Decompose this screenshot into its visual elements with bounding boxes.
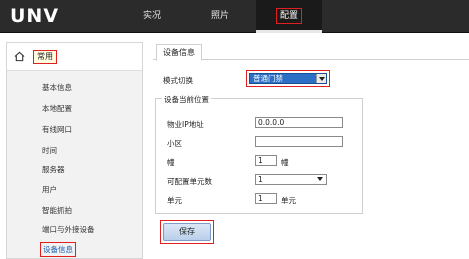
mode-select-highlight: 普通门禁 xyxy=(246,70,330,87)
save-button[interactable]: 保存 xyxy=(163,223,211,241)
unit-label: 单元 xyxy=(167,196,182,205)
unit-suffix-text: 单元 xyxy=(281,196,296,205)
property-ip-label: 物业IP地址 xyxy=(167,120,204,129)
mode-switch-label: 模式切换 xyxy=(163,76,193,85)
tab-photo[interactable]: 照片 xyxy=(196,0,244,33)
chevron-down-icon xyxy=(315,176,325,183)
location-group-title: 设备当前位置 xyxy=(162,94,211,105)
configurable-units-label: 可配置单元数 xyxy=(167,177,212,186)
property-ip-input[interactable]: 0.0.0.0 xyxy=(255,117,343,128)
community-label: 小区 xyxy=(167,139,182,148)
brand-logo: UNV xyxy=(10,5,60,27)
sidebar-item-basic-info[interactable]: 基本信息 xyxy=(42,82,72,93)
sidebar-item-wired-port[interactable]: 有线网口 xyxy=(42,124,72,135)
save-button-highlight: 保存 xyxy=(160,220,214,244)
content-tab-bar: 设备信息 xyxy=(153,42,469,61)
sidebar-item-time[interactable]: 时间 xyxy=(42,145,57,156)
top-nav-bar: UNV 实况 照片 配置 xyxy=(0,0,469,33)
building-input[interactable]: 1 xyxy=(255,155,277,166)
home-icon xyxy=(14,51,25,62)
chevron-down-icon xyxy=(316,74,326,83)
configurable-units-value: 1 xyxy=(258,175,263,184)
tab-config[interactable]: 配置 xyxy=(256,0,322,33)
sidebar-item-user[interactable]: 用户 xyxy=(42,184,57,195)
unit-input[interactable]: 1 xyxy=(255,193,277,204)
building-label: 幢 xyxy=(167,158,175,167)
tab-live[interactable]: 实况 xyxy=(128,0,176,33)
tab-device-info[interactable]: 设备信息 xyxy=(156,44,202,61)
tab-config-label: 配置 xyxy=(275,8,302,24)
building-unit-text: 幢 xyxy=(281,158,289,167)
configurable-units-select[interactable]: 1 xyxy=(255,174,327,185)
sidebar-item-server[interactable]: 服务器 xyxy=(42,164,65,175)
community-input[interactable] xyxy=(255,136,343,147)
sidebar-category-header[interactable]: 常用 xyxy=(7,43,142,71)
sidebar-item-ports-devices[interactable]: 端口与外接设备 xyxy=(42,224,95,235)
sidebar-item-smart-capture[interactable]: 智能抓拍 xyxy=(42,205,72,216)
mode-switch-select[interactable]: 普通门禁 xyxy=(249,73,327,84)
sidebar-category-label: 常用 xyxy=(33,50,57,64)
sidebar-item-local-config[interactable]: 本地配置 xyxy=(42,103,72,114)
sidebar-item-device-info[interactable]: 设备信息 xyxy=(40,242,76,257)
mode-switch-value: 普通门禁 xyxy=(253,74,283,83)
